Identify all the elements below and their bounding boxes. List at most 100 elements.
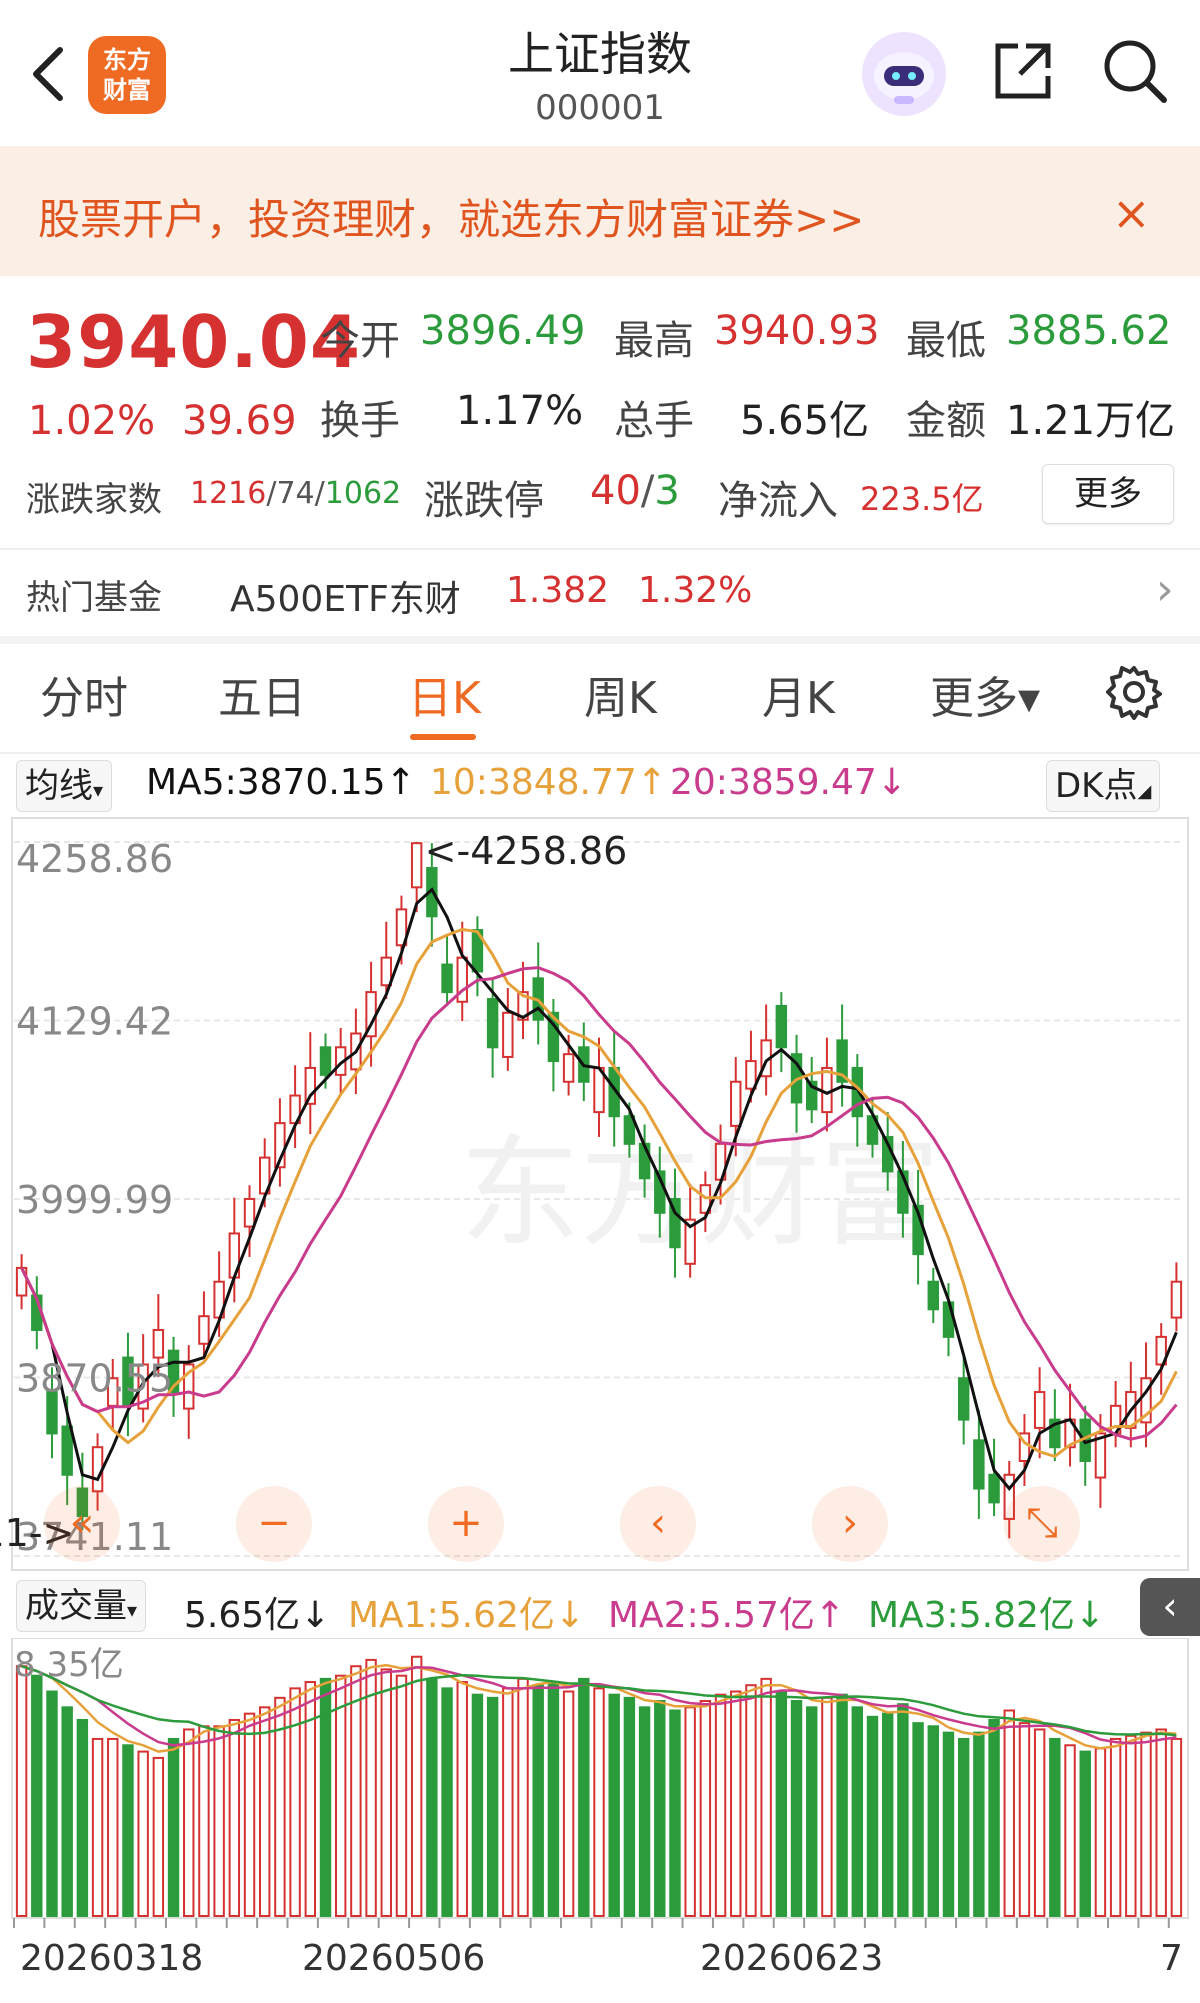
volume-bar bbox=[213, 1725, 225, 1917]
candle-body bbox=[502, 1011, 514, 1058]
y-tick-label: 3870.55 bbox=[16, 1356, 173, 1400]
max-annotation: <-4258.86 bbox=[425, 829, 628, 873]
volume-bar bbox=[380, 1668, 392, 1917]
vol-ma3: MA3:5.82亿↓ bbox=[868, 1595, 1106, 1636]
vol-ma2: MA2:5.57亿↑ bbox=[608, 1595, 846, 1636]
volume-bar bbox=[1064, 1744, 1076, 1918]
volume-label: 总手 bbox=[614, 398, 694, 444]
volume-bar bbox=[532, 1684, 544, 1918]
y-tick-label: 3999.99 bbox=[16, 1178, 173, 1222]
collapse-panel-button[interactable]: ‹ bbox=[1140, 1578, 1200, 1636]
tab-intraday[interactable]: 分时 bbox=[40, 662, 128, 726]
volume-bar bbox=[1170, 1737, 1183, 1917]
divider-2 bbox=[0, 752, 1200, 754]
fund-price: 1.382 bbox=[506, 570, 610, 611]
dk-point-label: DK点 bbox=[1055, 766, 1138, 806]
volume-bar bbox=[198, 1725, 210, 1917]
candlestick-chart[interactable]: 东方财富 4258.864129.423999.993870.553741.11… bbox=[0, 814, 1200, 1574]
promo-banner[interactable]: 股票开户，投资理财，就选东方财富证券>> × bbox=[0, 146, 1200, 276]
vol-ma1: MA1:5.62亿↓ bbox=[348, 1595, 586, 1636]
volume-bar bbox=[821, 1696, 833, 1917]
volume-bar bbox=[578, 1677, 590, 1917]
volume-bar bbox=[1079, 1750, 1091, 1917]
promo-text[interactable]: 股票开户，投资理财，就选东方财富证券>> bbox=[38, 186, 864, 247]
fund-name: A500ETF东财 bbox=[230, 579, 461, 620]
volume-bar bbox=[973, 1731, 985, 1917]
volume-bar bbox=[365, 1658, 377, 1917]
dk-point-button[interactable]: DK点◢ bbox=[1046, 760, 1161, 812]
volume-bar bbox=[654, 1700, 666, 1918]
zoom-in-button[interactable]: + bbox=[428, 1486, 504, 1562]
volume-axis-max: 8.35亿 bbox=[14, 1645, 124, 1685]
volume-bar bbox=[593, 1687, 605, 1917]
gear-icon[interactable] bbox=[1106, 664, 1162, 720]
candle-body bbox=[730, 1080, 742, 1127]
more-button[interactable]: 更多 bbox=[1042, 464, 1174, 524]
candle-body bbox=[198, 1315, 210, 1345]
volume-bar bbox=[1049, 1737, 1061, 1917]
ma-selector[interactable]: 均线▾ bbox=[16, 760, 113, 812]
zoom-out-button[interactable]: − bbox=[236, 1486, 312, 1562]
tab-monthly-k[interactable]: 月K bbox=[762, 662, 835, 726]
active-tab-indicator bbox=[410, 734, 476, 740]
volume-bar bbox=[730, 1690, 742, 1917]
candle-body bbox=[562, 1053, 575, 1083]
volume-bar bbox=[183, 1728, 195, 1917]
volume-bar bbox=[304, 1681, 317, 1917]
tab-weekly-k[interactable]: 周K bbox=[584, 662, 657, 726]
slash-2: / bbox=[314, 476, 325, 511]
volume-bar bbox=[334, 1674, 347, 1918]
hot-fund-row[interactable]: 热门基金 A500ETF东财 1.382 1.32% › bbox=[0, 550, 1200, 636]
date-label-1: 20260318 bbox=[20, 1938, 204, 1979]
candle-body bbox=[61, 1425, 73, 1476]
volume-bar bbox=[122, 1744, 134, 1918]
search-icon[interactable] bbox=[1100, 36, 1170, 106]
volume-bar bbox=[881, 1712, 894, 1917]
volume-bar bbox=[836, 1693, 848, 1918]
volume-bar bbox=[1140, 1731, 1152, 1917]
current-price: 3940.04 bbox=[26, 300, 361, 384]
breadth-label: 涨跌家数 bbox=[26, 480, 162, 520]
volume-bar bbox=[502, 1687, 514, 1917]
volume-bar bbox=[547, 1681, 560, 1917]
close-icon[interactable]: × bbox=[1112, 186, 1151, 240]
y-tick-label: 4129.42 bbox=[16, 1000, 173, 1044]
volume-bar bbox=[441, 1687, 453, 1917]
ma10-value: 10:3848.77↑ bbox=[430, 762, 667, 803]
slash-1: / bbox=[266, 476, 277, 511]
volume-bar bbox=[562, 1690, 575, 1917]
tab-five-day[interactable]: 五日 bbox=[218, 662, 306, 726]
volume-selector[interactable]: 成交量▾ bbox=[16, 1580, 147, 1632]
volume-bar bbox=[152, 1756, 165, 1917]
candle-body bbox=[1170, 1280, 1183, 1319]
volume-bar bbox=[410, 1655, 423, 1917]
volume-bar bbox=[897, 1703, 909, 1917]
limit-label: 涨跌停 bbox=[424, 478, 544, 524]
scroll-left-fast-button[interactable]: « bbox=[44, 1486, 120, 1562]
share-icon[interactable] bbox=[990, 38, 1056, 104]
volume-chart[interactable]: 8.35亿 bbox=[0, 1638, 1200, 1938]
limit-up-count: 40 bbox=[590, 468, 641, 514]
scroll-left-button[interactable]: ‹ bbox=[620, 1486, 696, 1562]
volume-bar bbox=[638, 1706, 651, 1917]
candle-body bbox=[957, 1377, 970, 1421]
volume-bar bbox=[350, 1665, 362, 1918]
change-value: 39.69 bbox=[182, 398, 297, 444]
volume-bar bbox=[1109, 1737, 1122, 1917]
ma20-value: 20:3859.47↓ bbox=[670, 762, 907, 803]
volume-bar bbox=[669, 1709, 681, 1918]
volume-bar bbox=[61, 1706, 73, 1917]
low-label: 最低 bbox=[906, 318, 986, 364]
fullscreen-button[interactable]: ⤡ bbox=[1004, 1486, 1080, 1562]
candle-body bbox=[152, 1328, 165, 1359]
date-label-3: 20260623 bbox=[700, 1938, 884, 1979]
volume-bar bbox=[988, 1718, 1000, 1918]
tab-more[interactable]: 更多▾ bbox=[930, 662, 1040, 726]
volume-bar bbox=[91, 1737, 104, 1917]
assistant-robot-icon[interactable] bbox=[862, 32, 946, 116]
scroll-right-button[interactable]: › bbox=[812, 1486, 888, 1562]
high-label: 最高 bbox=[614, 318, 694, 364]
tab-daily-k[interactable]: 日K bbox=[408, 662, 481, 726]
volume-bar bbox=[927, 1725, 939, 1917]
caret-down-icon-2: ▾ bbox=[127, 1598, 138, 1622]
